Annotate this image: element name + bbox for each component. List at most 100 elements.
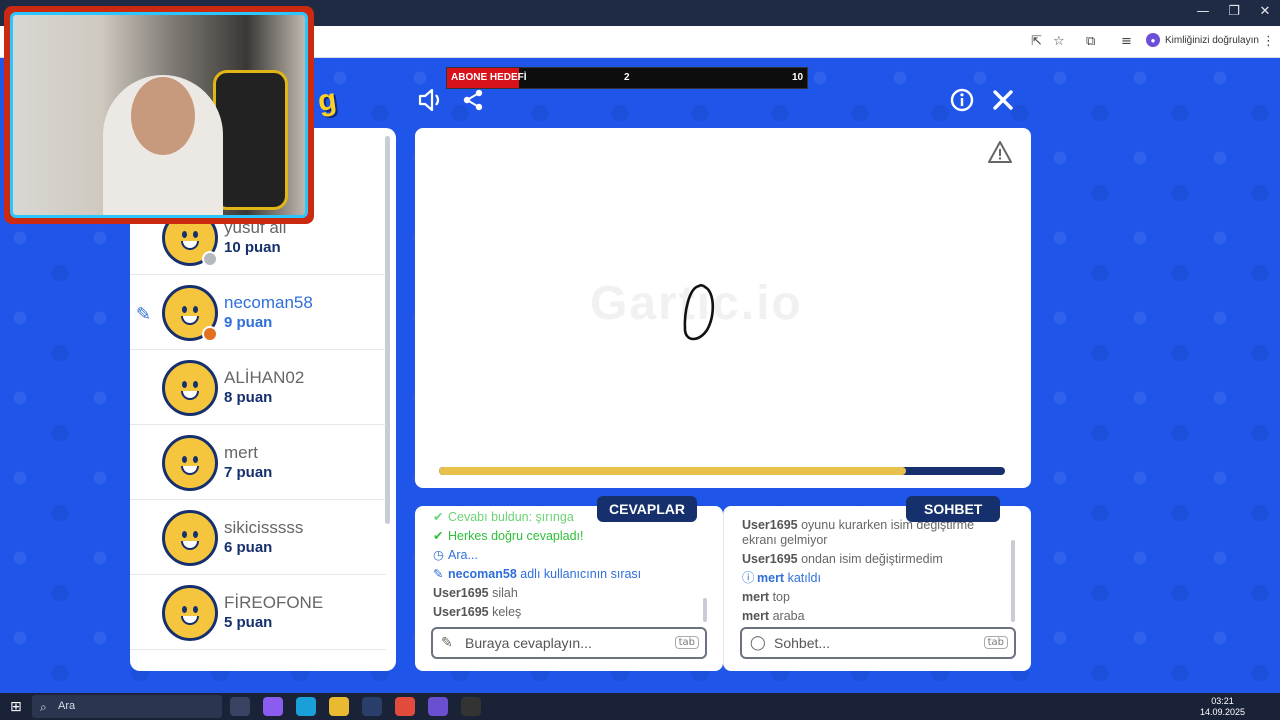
windows-start-icon[interactable]: ⊞ bbox=[10, 699, 22, 715]
answers-scrollbar[interactable] bbox=[703, 598, 707, 622]
message-user: mert bbox=[742, 590, 770, 604]
system-clock[interactable]: 03:21 14.09.2025 bbox=[1200, 696, 1245, 718]
player-row[interactable]: sikicisssss 6 puan bbox=[130, 501, 386, 575]
message-user: User1695 bbox=[433, 605, 489, 619]
player-points: 8 puan bbox=[224, 389, 273, 406]
verify-identity-chip[interactable]: ● Kimliğinizi doğrulayın bbox=[1146, 33, 1259, 47]
subscription-goal-bar: ABONE HEDEFİ 2 10 bbox=[446, 67, 808, 89]
player-points: 9 puan bbox=[224, 314, 273, 331]
player-row[interactable]: ✎ necoman58 9 puan bbox=[130, 276, 386, 350]
chat-panel: User1695 oyunu kurarken isim değiştirme … bbox=[723, 506, 1031, 671]
copilot-icon[interactable] bbox=[263, 697, 283, 716]
chat-input[interactable] bbox=[774, 633, 974, 653]
player-row[interactable]: ALİHAN02 8 puan bbox=[130, 351, 386, 425]
answers-panel: ✔ Cevabı buldun: şırınga ✔ Herkes doğru cev… bbox=[415, 506, 723, 671]
edge-icon[interactable] bbox=[296, 697, 316, 716]
player-name: FİREOFONE bbox=[224, 593, 324, 612]
answer-input[interactable] bbox=[465, 633, 665, 653]
player-points: 10 puan bbox=[224, 239, 281, 256]
share-icon[interactable] bbox=[461, 88, 485, 112]
message-item: ✎ necoman58 adlı kullanıcının sırası bbox=[433, 567, 703, 582]
taskbar-search-label: Ara bbox=[58, 700, 76, 712]
task-view-icon[interactable] bbox=[230, 697, 250, 716]
message-item: User1695 oyunu kurarken isim değiştirme … bbox=[742, 518, 1012, 548]
message-text: Cevabı buldun: şırınga bbox=[448, 510, 574, 524]
check-icon: ✔ bbox=[433, 510, 444, 524]
subscription-goal-target: 10 bbox=[792, 72, 804, 83]
browser-menu-icon[interactable]: ⋮ bbox=[1262, 34, 1275, 49]
message-item: User1695 ondan isim değiştirmedim bbox=[742, 552, 1012, 567]
message-text: Ara... bbox=[448, 548, 478, 562]
chat-title: SOHBET bbox=[906, 496, 1001, 522]
message-item: User1695 keleş bbox=[433, 605, 703, 620]
drawing-canvas[interactable]: Gartic.io bbox=[415, 128, 1031, 488]
player-points: 5 puan bbox=[224, 614, 273, 631]
message-item: ✔ Herkes doğru cevapladı! bbox=[433, 529, 703, 544]
drawn-shape bbox=[683, 284, 715, 341]
message-text: araba bbox=[772, 609, 805, 623]
message-text: keleş bbox=[492, 605, 522, 619]
reading-list-icon[interactable]: ≡ bbox=[1121, 34, 1132, 49]
report-warning-icon[interactable] bbox=[987, 140, 1013, 164]
message-item: ◷ Ara... bbox=[433, 548, 703, 563]
clock-date: 14.09.2025 bbox=[1200, 707, 1246, 717]
message-text: adlı kullanıcının sırası bbox=[520, 567, 642, 581]
player-points: 6 puan bbox=[224, 539, 273, 556]
tab-key-hint: tab bbox=[983, 636, 1008, 649]
answer-input-box: ✎ tab bbox=[431, 627, 707, 659]
player-points: 7 puan bbox=[224, 464, 273, 481]
subscription-goal-current: 2 bbox=[624, 72, 630, 83]
message-text: katıldı bbox=[787, 571, 821, 585]
message-user: mert bbox=[742, 609, 770, 623]
message-text: Herkes doğru cevapladı! bbox=[448, 529, 584, 543]
streamer-head bbox=[131, 77, 195, 155]
player-status-dot bbox=[202, 326, 218, 342]
close-game-icon[interactable] bbox=[992, 89, 1014, 111]
maximize-button[interactable]: ❐ bbox=[1219, 4, 1249, 19]
sound-icon[interactable] bbox=[418, 88, 444, 112]
chat-scrollbar[interactable] bbox=[1011, 540, 1015, 622]
subscription-goal-label: ABONE HEDEFİ bbox=[451, 72, 527, 83]
tab-key-hint: tab bbox=[674, 636, 699, 649]
player-name: sikicisssss bbox=[224, 518, 304, 537]
message-text: ondan isim değiştirmedim bbox=[801, 552, 943, 566]
streamer-webcam bbox=[4, 6, 314, 224]
player-avatar bbox=[162, 360, 218, 416]
drawing-pencil-icon: ✎ bbox=[136, 304, 152, 325]
answers-title: CEVAPLAR bbox=[597, 496, 697, 522]
check-icon: ✔ bbox=[433, 529, 444, 543]
share-page-icon[interactable]: ⇱ bbox=[1031, 34, 1042, 49]
player-name: mert bbox=[224, 443, 258, 462]
answers-message-list: ✔ Cevabı buldun: şırınga ✔ Herkes doğru cev… bbox=[433, 510, 703, 624]
message-user: necoman58 bbox=[448, 567, 517, 581]
player-row[interactable]: mert 7 puan bbox=[130, 426, 386, 500]
file-explorer-icon[interactable] bbox=[329, 697, 349, 716]
message-text: silah bbox=[492, 586, 518, 600]
message-item: ⓘ mert katıldı bbox=[742, 571, 1012, 586]
minimize-button[interactable]: — bbox=[1188, 4, 1218, 19]
extensions-icon[interactable]: ⧉ bbox=[1086, 34, 1095, 49]
chrome-icon[interactable] bbox=[395, 697, 415, 716]
player-row[interactable]: FİREOFONE 5 puan bbox=[130, 576, 386, 650]
clock-icon: ◷ bbox=[433, 548, 444, 562]
chat-message-list: User1695 oyunu kurarken isim değiştirme … bbox=[742, 518, 1012, 628]
info-icon: ⓘ bbox=[742, 571, 755, 585]
player-avatar bbox=[162, 510, 218, 566]
taskbar-search[interactable]: ⌕ Ara bbox=[32, 695, 222, 718]
info-icon[interactable] bbox=[950, 88, 974, 112]
gaming-chair bbox=[213, 70, 288, 210]
round-timer-fill bbox=[439, 467, 906, 475]
profile-icon: ● bbox=[1146, 33, 1160, 47]
close-window-button[interactable]: ✕ bbox=[1250, 4, 1280, 19]
player-avatar bbox=[162, 435, 218, 491]
message-item: mert top bbox=[742, 590, 1012, 605]
message-item: mert araba bbox=[742, 609, 1012, 624]
clock-time: 03:21 bbox=[1211, 696, 1234, 706]
obs-icon[interactable] bbox=[461, 697, 481, 716]
message-text: top bbox=[772, 590, 790, 604]
message-user: User1695 bbox=[742, 552, 798, 566]
steam-icon[interactable] bbox=[362, 697, 382, 716]
bookmark-star-icon[interactable]: ☆ bbox=[1053, 34, 1065, 49]
message-user: User1695 bbox=[742, 518, 798, 532]
discord-icon[interactable] bbox=[428, 697, 448, 716]
